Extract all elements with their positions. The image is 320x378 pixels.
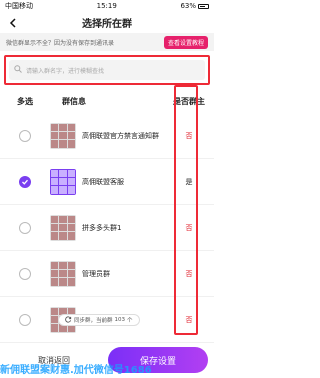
select-checkbox[interactable] <box>19 129 31 142</box>
page-title: 选择所在群 <box>82 19 132 30</box>
group-avatar <box>50 260 76 287</box>
footer-bar: 取消返回 保存设置 <box>0 342 214 378</box>
sync-count: 103 <box>114 317 126 323</box>
view-tutorial-button[interactable]: 查看设置教程 <box>163 35 208 49</box>
search-input[interactable]: 请输入群名字，进行模糊查找 <box>9 60 205 80</box>
select-checkbox-checked[interactable] <box>19 175 31 188</box>
search-highlight-frame: 请输入群名字，进行模糊查找 <box>4 55 210 85</box>
select-checkbox[interactable] <box>19 267 31 280</box>
group-name: 高佣联盟客服 <box>82 177 124 186</box>
notice-bar: 微信群显示不全？因为没有保存到通讯录 查看设置教程 <box>0 33 214 51</box>
header-select: 多选 <box>17 96 33 106</box>
select-checkbox[interactable] <box>19 221 31 234</box>
search-placeholder: 请输入群名字，进行模糊查找 <box>26 67 105 75</box>
notice-text: 微信群显示不全？因为没有保存到通讯录 <box>6 39 115 47</box>
select-checkbox[interactable] <box>19 313 31 326</box>
search-icon <box>14 65 22 75</box>
nav-bar: 选择所在群 <box>0 12 214 33</box>
save-settings-button[interactable]: 保存设置 <box>108 347 208 373</box>
owner-column-highlight <box>174 85 198 335</box>
battery-icon <box>198 3 209 9</box>
cancel-button[interactable]: 取消返回 <box>6 355 102 366</box>
back-arrow-icon[interactable] <box>7 17 18 28</box>
header-info: 群信息 <box>62 96 86 106</box>
carrier-label: 中国移动 <box>5 2 33 10</box>
group-name: 管理员群 <box>82 269 110 278</box>
refresh-icon <box>65 315 72 325</box>
group-list: 高佣联盟官方禁言通知群 否 高佣联盟客服 是 拼多多头群1 否 管理员群 否 「… <box>0 85 214 343</box>
group-name: 高佣联盟官方禁言通知群 <box>82 131 159 140</box>
sync-groups-button[interactable]: 同步群，当前群 103 个 <box>58 314 140 326</box>
group-name: 拼多多头群1 <box>82 223 122 232</box>
status-bar: 中国移动 15:19 63% <box>0 0 214 12</box>
group-avatar <box>50 168 76 195</box>
sync-suffix: 个 <box>127 318 133 324</box>
time-label: 15:19 <box>96 2 117 10</box>
battery-label: 63% <box>180 2 196 10</box>
sync-text: 同步群，当前群 <box>74 318 113 324</box>
group-avatar <box>50 122 76 149</box>
group-avatar <box>50 214 76 241</box>
